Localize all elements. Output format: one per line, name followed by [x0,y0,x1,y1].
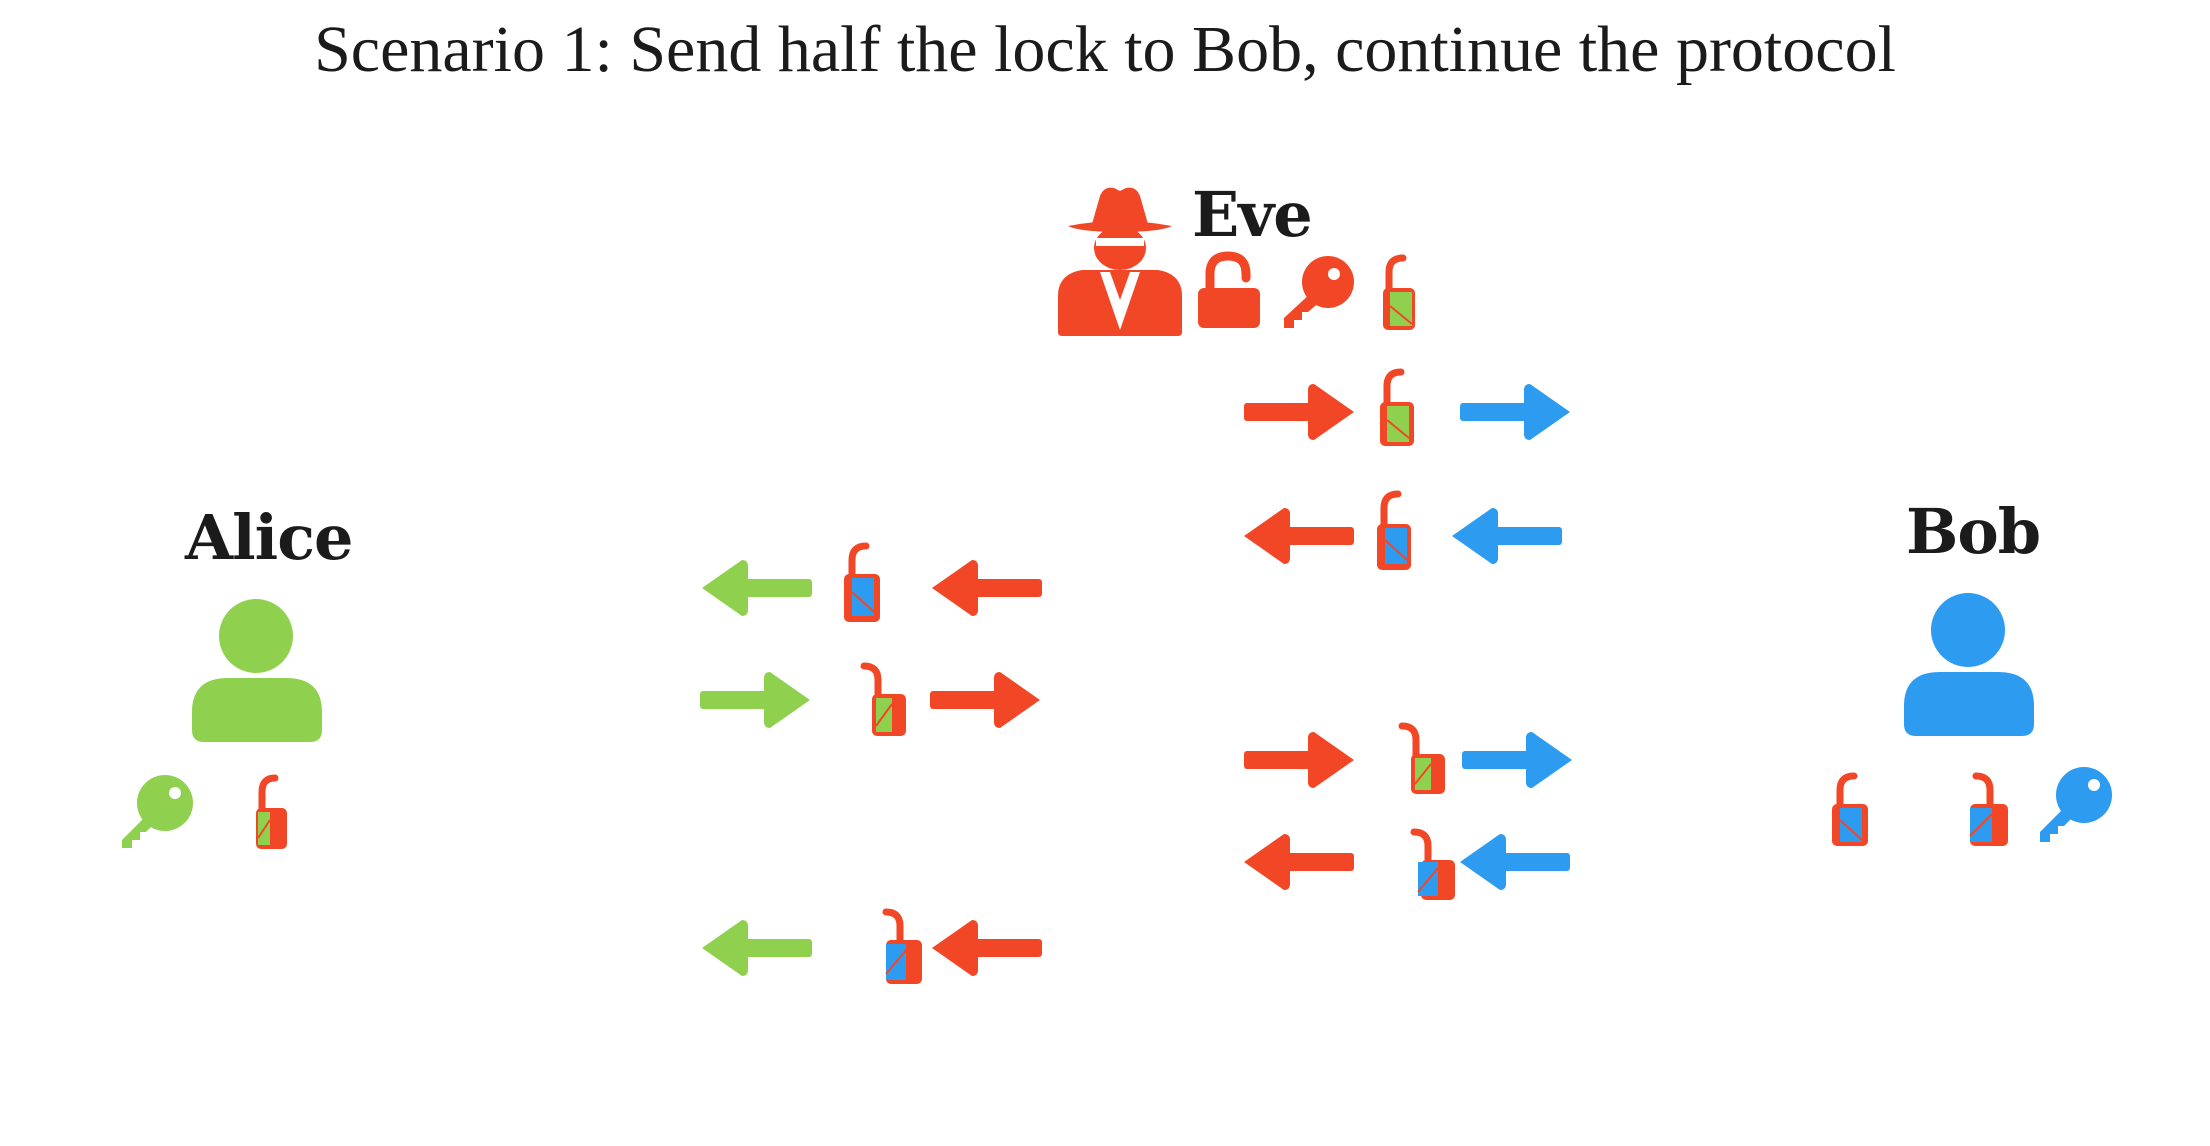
mid-rowA-padlock-icon [844,542,880,622]
alice-key-icon [122,775,193,848]
bob-padlock-left-icon [1832,772,1868,846]
bob-padlock-right-icon [1969,772,2008,846]
eve-row1-arrow-out [1460,384,1570,440]
bob-person-icon [1904,593,2034,736]
eve-row1-padlock-icon [1380,368,1414,446]
mid-rowC-padlock-icon [882,908,922,984]
mid-rowC-arrow-out [702,920,812,976]
eve-row4-arrow-out [1244,834,1354,890]
eve-row2-padlock-icon [1377,490,1411,570]
eve-row2-arrow-out [1244,508,1354,564]
eve-row3-arrow-out [1462,732,1572,788]
alice-person-icon [192,599,322,742]
eve-row4-padlock-icon [1410,828,1455,900]
eve-padlock-icon [1383,254,1415,330]
mid-rowB-arrow-in [700,672,810,728]
eve-open-padlock-icon [1198,251,1260,328]
mid-rowC-arrow-in [932,920,1042,976]
eve-row1-arrow-in [1244,384,1354,440]
mid-rowA-arrow-in [932,560,1042,616]
protocol-diagram [122,187,2112,984]
bob-key-icon [2040,767,2112,842]
eve-row3-arrow-in [1244,732,1354,788]
eve-spy-icon [1058,187,1182,336]
eve-row3-padlock-icon [1398,722,1445,794]
eve-row2-arrow-in [1452,508,1562,564]
mid-rowB-arrow-out [930,672,1040,728]
eve-row4-arrow-in [1460,834,1570,890]
mid-rowB-padlock-icon [860,662,906,736]
mid-rowA-arrow-out [702,560,812,616]
eve-key-icon [1284,256,1354,328]
alice-padlock-icon [256,774,287,849]
